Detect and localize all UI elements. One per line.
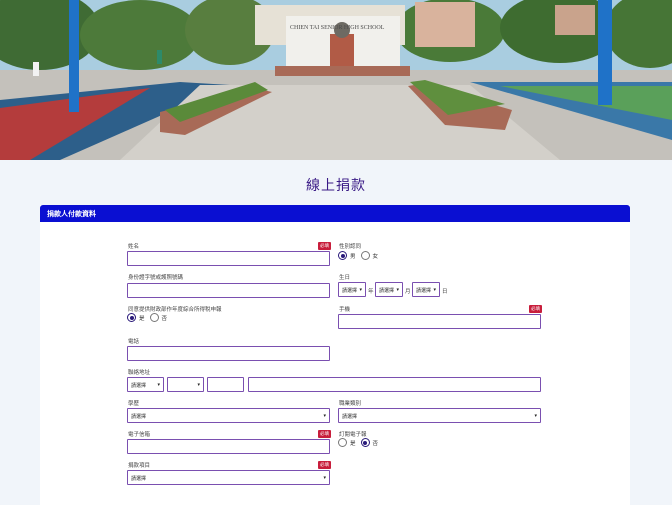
chevron-down-icon: ▾ xyxy=(396,287,399,293)
mobile-required-badge: 必填 xyxy=(529,305,542,313)
chevron-down-icon: ▾ xyxy=(433,287,436,293)
occupation-select[interactable]: 請選擇 ▾ xyxy=(338,408,541,423)
name-required-badge: 必填 xyxy=(318,242,331,250)
mobile-label: 手機 xyxy=(339,307,351,313)
occupation-value: 請選擇 xyxy=(342,414,358,420)
tax-consent-no-radio[interactable] xyxy=(149,313,159,322)
chevron-down-icon: ▾ xyxy=(197,382,200,388)
email-required-badge: 必填 xyxy=(318,430,331,438)
tax-consent-no-label: 否 xyxy=(161,315,168,322)
education-select[interactable]: 請選擇 ▾ xyxy=(127,408,330,423)
donation-item-required-badge: 必填 xyxy=(318,461,331,469)
address-zip-input[interactable] xyxy=(207,377,244,392)
birth-day-value: 請選擇 xyxy=(416,288,432,294)
svg-text:CHIEN TAI SENIOR HIGH SCHOOL: CHIEN TAI SENIOR HIGH SCHOOL xyxy=(290,25,385,31)
phone-input[interactable] xyxy=(127,346,330,361)
birthday-label: 生日 xyxy=(339,275,351,281)
email-input[interactable] xyxy=(127,439,330,454)
name-label: 姓名 xyxy=(128,244,140,250)
phone-label: 電話 xyxy=(128,339,140,345)
birth-day-select[interactable]: 請選擇 ▾ xyxy=(412,282,440,297)
newsletter-radio-group: 是 否 xyxy=(338,438,383,447)
gender-label: 性別認同 xyxy=(339,244,362,250)
address-city-select[interactable]: 請選擇 ▾ xyxy=(127,377,164,392)
education-value: 請選擇 xyxy=(131,414,147,420)
tax-consent-yes-label: 是 xyxy=(139,315,145,322)
newsletter-yes-label: 是 xyxy=(350,440,356,447)
tax-consent-radio-group: 是 否 xyxy=(127,313,172,322)
mobile-input[interactable] xyxy=(338,314,541,329)
birth-day-unit: 日 xyxy=(442,289,448,295)
address-district-select[interactable]: ▾ xyxy=(167,377,204,392)
section-header: 捐款人付款資料 xyxy=(40,205,630,222)
tax-consent-label: 同意提供財政部作年度綜合所得稅申報 xyxy=(128,307,222,313)
newsletter-no-radio[interactable] xyxy=(360,438,370,447)
chevron-down-icon: ▾ xyxy=(323,475,326,481)
newsletter-label: 訂閱電子報 xyxy=(339,432,367,438)
address-label: 聯絡地址 xyxy=(128,370,151,376)
birth-year-unit: 年 xyxy=(368,289,374,295)
gender-female-radio[interactable] xyxy=(360,251,370,260)
education-label: 學歷 xyxy=(128,401,140,407)
address-street-input[interactable] xyxy=(248,377,541,392)
occupation-label: 職業類別 xyxy=(339,401,362,407)
page-title: 線上捐款 xyxy=(306,177,366,193)
chevron-down-icon: ▾ xyxy=(534,413,537,419)
donation-item-label: 捐款項目 xyxy=(128,463,151,469)
birth-year-value: 請選擇 xyxy=(342,288,358,294)
chevron-down-icon: ▾ xyxy=(359,287,362,293)
chevron-down-icon: ▾ xyxy=(157,382,160,388)
birth-year-select[interactable]: 請選擇 ▾ xyxy=(338,282,366,297)
birth-month-select[interactable]: 請選擇 ▾ xyxy=(375,282,403,297)
address-city-value: 請選擇 xyxy=(131,383,147,389)
newsletter-no-label: 否 xyxy=(372,440,379,447)
donation-item-value: 請選擇 xyxy=(131,476,147,482)
chevron-down-icon: ▾ xyxy=(323,413,326,419)
birth-month-value: 請選擇 xyxy=(379,288,395,294)
newsletter-yes-radio[interactable] xyxy=(338,438,347,447)
birth-month-unit: 月 xyxy=(405,289,411,295)
email-label: 電子信箱 xyxy=(128,432,151,438)
hero-campus-photo: CHIEN TAI SENIOR HIGH SCHOOL xyxy=(0,0,672,160)
gender-male-radio[interactable] xyxy=(338,251,347,260)
gender-male-label: 男 xyxy=(350,253,356,260)
name-input[interactable] xyxy=(127,251,330,266)
gender-female-label: 女 xyxy=(372,253,379,260)
id-number-label: 身份證字號或護照號碼 xyxy=(128,275,184,281)
gender-radio-group: 男 女 xyxy=(338,251,383,260)
tax-consent-yes-radio[interactable] xyxy=(127,313,136,322)
donation-item-select[interactable]: 請選擇 ▾ xyxy=(127,470,330,485)
id-number-input[interactable] xyxy=(127,283,330,298)
